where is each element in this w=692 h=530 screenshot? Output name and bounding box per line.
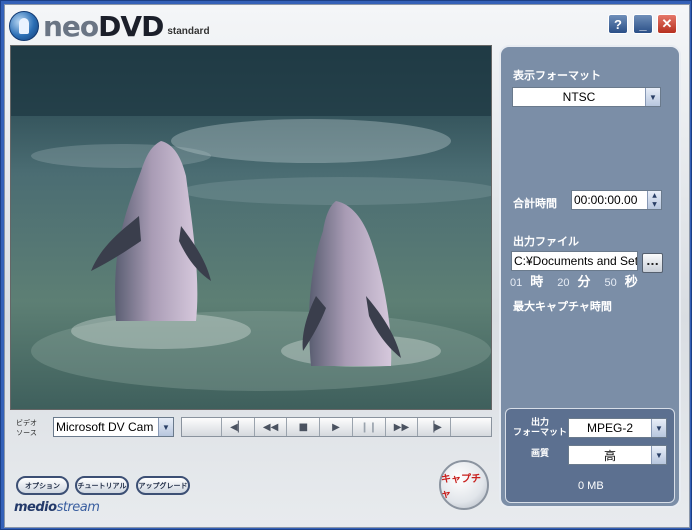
frame-back-button[interactable]: ◀▏ xyxy=(222,418,255,436)
capture-button[interactable]: キャプチャ xyxy=(439,460,489,510)
video-frame-image xyxy=(11,46,491,409)
quality-label: 画質 xyxy=(530,449,549,459)
spin-up-icon[interactable]: ▲ xyxy=(652,192,657,199)
transport-controls: ◀▏ ◀◀ ■ ▶ ❙❙ ▶▶ ▕▶ xyxy=(181,417,492,437)
spin-down-icon[interactable]: ▼ xyxy=(652,201,657,208)
display-format-value: NTSC xyxy=(562,90,596,104)
stop-button[interactable]: ■ xyxy=(287,418,321,436)
logo-text-neo: neo xyxy=(43,9,99,43)
fast-forward-button[interactable]: ▶▶ xyxy=(385,418,419,436)
output-format-label: 出力 フォーマット xyxy=(512,418,568,438)
disc-icon xyxy=(9,11,39,41)
quality-select[interactable]: 高 ▼ xyxy=(568,445,667,465)
video-source-label: ビデオ ソース xyxy=(16,418,37,438)
transport-spacer-end xyxy=(451,418,492,436)
max-capture-minutes: 20 xyxy=(557,277,570,289)
logo-text-dvd: DVD xyxy=(98,9,164,43)
frame-forward-button[interactable]: ▕▶ xyxy=(418,418,452,436)
output-format-label-line1: 出力 xyxy=(530,418,549,428)
chevron-down-icon[interactable]: ▼ xyxy=(651,446,666,464)
video-source-label-line2: ソース xyxy=(16,429,37,437)
max-capture-label: 最大キャプチャ時間 xyxy=(513,300,612,313)
output-file-label: 出力ファイル xyxy=(513,235,579,248)
pause-button[interactable]: ❙❙ xyxy=(352,418,386,436)
close-button[interactable]: ✕ xyxy=(657,14,677,34)
output-size: 0 MB xyxy=(578,480,604,492)
help-button[interactable]: ? xyxy=(608,14,628,34)
output-format-label-line2: フォーマット xyxy=(512,428,567,438)
output-file-field[interactable]: C:¥Documents and Setti xyxy=(511,251,638,271)
max-capture-duration: 01 時 20 分 50 秒 xyxy=(510,271,652,290)
play-button[interactable]: ▶ xyxy=(320,418,353,436)
video-source-label-line1: ビデオ xyxy=(16,419,37,427)
video-preview xyxy=(10,45,492,410)
video-source-value: Microsoft DV Cam xyxy=(56,420,154,434)
video-source-select[interactable]: Microsoft DV Cam ▼ xyxy=(53,417,174,437)
logo-edition: standard xyxy=(167,25,210,37)
max-capture-hours: 01 xyxy=(510,277,523,289)
chevron-down-icon[interactable]: ▼ xyxy=(158,418,173,436)
quality-value: 高 xyxy=(603,448,616,463)
brand-text-stream: stream xyxy=(56,500,100,515)
tutorial-button[interactable]: チュートリアル xyxy=(75,476,129,495)
output-format-select[interactable]: MPEG-2 ▼ xyxy=(568,418,667,438)
display-format-label: 表示フォーマット xyxy=(513,69,601,82)
minimize-button[interactable]: _ xyxy=(633,14,653,34)
chevron-down-icon[interactable]: ▼ xyxy=(645,88,660,106)
app-logo: neo DVD standard xyxy=(9,9,210,43)
minutes-unit: 分 xyxy=(577,274,591,289)
hours-unit: 時 xyxy=(530,274,544,289)
browse-button[interactable]: ... xyxy=(642,253,663,273)
display-format-select[interactable]: NTSC ▼ xyxy=(512,87,661,107)
options-button[interactable]: オプション xyxy=(16,476,69,495)
brand-text-medio: medio xyxy=(14,500,57,515)
max-capture-seconds: 50 xyxy=(604,277,617,289)
total-time-label: 合計時間 xyxy=(513,197,557,210)
total-time-spinner[interactable]: ▲ ▼ xyxy=(647,191,661,209)
output-format-value: MPEG-2 xyxy=(586,421,633,435)
upgrade-button[interactable]: アップグレード xyxy=(136,476,190,495)
transport-spacer xyxy=(182,418,222,436)
chevron-down-icon[interactable]: ▼ xyxy=(651,419,666,437)
rewind-button[interactable]: ◀◀ xyxy=(254,418,288,436)
brand-logo: mediostream xyxy=(14,500,100,515)
total-time-value: 00:00:00.00 xyxy=(574,193,638,207)
seconds-unit: 秒 xyxy=(624,274,638,289)
output-file-path: C:¥Documents and Setti xyxy=(514,254,638,268)
